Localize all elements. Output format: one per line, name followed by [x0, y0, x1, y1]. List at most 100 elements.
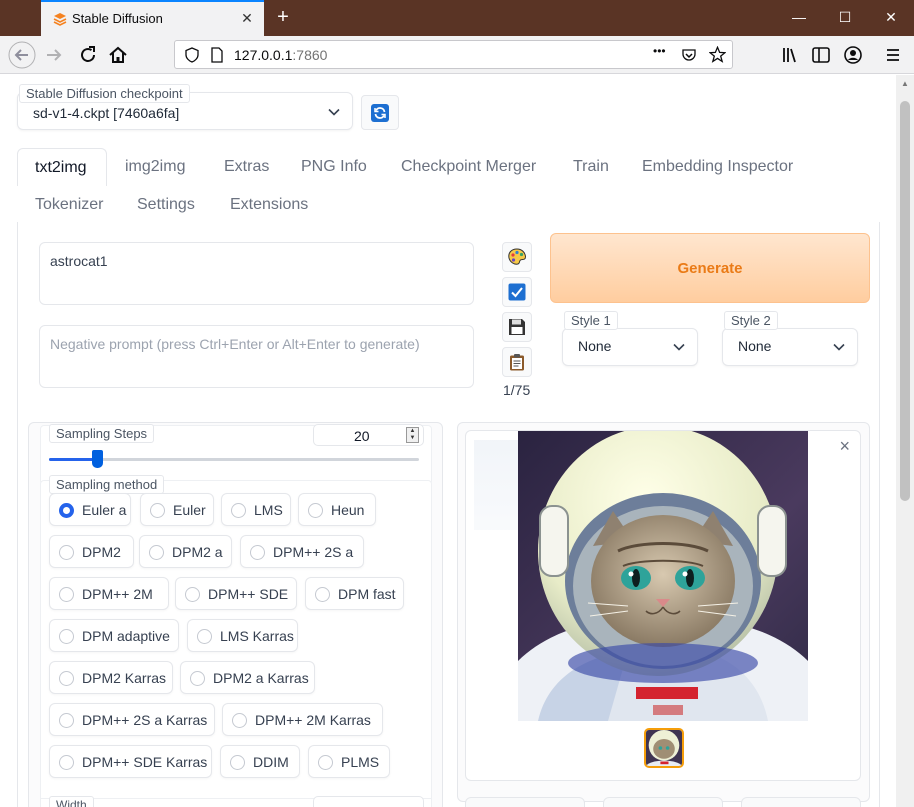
radio-button-icon[interactable] [59, 503, 74, 518]
back-icon[interactable] [8, 41, 36, 69]
close-window-button[interactable]: ✕ [868, 0, 914, 36]
gallery-background-thumbnail [474, 440, 520, 530]
sampling-steps-input[interactable]: 20 ▲ ▼ [313, 424, 424, 446]
sampler-option[interactable]: DPM2 a [139, 535, 232, 568]
tab-extras[interactable]: Extras [224, 158, 269, 176]
sampler-option-label: DPM++ SDE Karras [82, 754, 208, 770]
page-info-icon[interactable] [209, 47, 225, 63]
radio-button-icon[interactable] [59, 713, 74, 728]
radio-button-icon[interactable] [150, 503, 165, 518]
sampler-option[interactable]: DPM++ 2S a [240, 535, 364, 568]
home-icon[interactable] [106, 43, 130, 67]
width-input[interactable] [313, 796, 424, 807]
generate-button[interactable]: Generate [550, 233, 870, 303]
sampler-option[interactable]: Heun [298, 493, 376, 526]
tab-settings[interactable]: Settings [137, 196, 195, 214]
send-to-inpaint-button[interactable] [603, 797, 723, 807]
astronaut-cat-image[interactable] [518, 431, 808, 721]
sampler-option[interactable]: Euler [140, 493, 214, 526]
apply-button[interactable] [502, 277, 532, 307]
sampler-option[interactable]: DPM++ SDE [175, 577, 297, 610]
refresh-checkpoint-button[interactable] [361, 95, 399, 130]
browser-tab[interactable]: Stable Diffusion ✕ [41, 0, 264, 36]
tab-train[interactable]: Train [573, 158, 609, 176]
sampler-option[interactable]: DPM2 [49, 535, 134, 568]
sampler-option[interactable]: DPM fast [305, 577, 404, 610]
tab-img2img[interactable]: img2img [125, 158, 185, 176]
radio-button-icon[interactable] [59, 545, 74, 560]
radio-button-icon[interactable] [232, 713, 247, 728]
sidebar-icon[interactable] [809, 43, 833, 67]
radio-button-icon[interactable] [250, 545, 265, 560]
shield-icon[interactable] [184, 47, 200, 63]
style-2-dropdown[interactable]: None [722, 328, 858, 366]
sampler-option-label: DPM2 Karras [82, 670, 167, 686]
negative-prompt-input[interactable]: Negative prompt (press Ctrl+Enter or Alt… [39, 325, 474, 388]
tab-embedding-inspector[interactable]: Embedding Inspector [642, 158, 793, 176]
paste-button[interactable] [502, 347, 532, 377]
library-icon[interactable] [778, 43, 802, 67]
new-tab-button[interactable]: + [272, 5, 294, 29]
more-actions-icon[interactable]: ••• [653, 44, 666, 58]
save-style-button[interactable] [502, 312, 532, 342]
sampler-option[interactable]: DPM++ 2M [49, 577, 169, 610]
radio-button-icon[interactable] [230, 755, 245, 770]
send-to-img2img-button[interactable] [465, 797, 585, 807]
sampler-option[interactable]: LMS [221, 493, 291, 526]
radio-button-icon[interactable] [190, 671, 205, 686]
tab-extensions[interactable]: Extensions [230, 196, 308, 214]
forward-icon[interactable] [42, 43, 66, 67]
url-bar[interactable]: 127.0.0.1:7860 ••• [174, 40, 733, 69]
bookmark-star-icon[interactable] [709, 46, 726, 63]
slider-thumb[interactable] [92, 450, 104, 468]
sampler-option[interactable]: DPM2 Karras [49, 661, 173, 694]
scrollbar-thumb[interactable] [900, 101, 910, 501]
radio-button-icon[interactable] [197, 629, 212, 644]
prompt-input[interactable]: astrocat1 [39, 242, 474, 305]
radio-button-icon[interactable] [149, 545, 164, 560]
tab-close-icon[interactable]: ✕ [238, 9, 256, 27]
radio-button-icon[interactable] [59, 629, 74, 644]
scroll-up-icon[interactable]: ▲ [900, 79, 910, 89]
sampler-option[interactable]: DPM adaptive [49, 619, 179, 652]
account-icon[interactable] [841, 43, 865, 67]
clipboard-icon [510, 354, 524, 371]
radio-button-icon[interactable] [231, 503, 246, 518]
minimize-button[interactable]: — [776, 0, 822, 36]
radio-button-icon[interactable] [59, 671, 74, 686]
sampler-option[interactable]: DDIM [220, 745, 300, 778]
radio-button-icon[interactable] [59, 755, 74, 770]
chevron-down-icon [833, 343, 845, 351]
send-to-extras-button[interactable] [741, 797, 861, 807]
tab-tokenizer[interactable]: Tokenizer [35, 196, 103, 214]
favicon-icon [53, 13, 67, 26]
tab-png-info[interactable]: PNG Info [301, 158, 367, 176]
radio-button-icon[interactable] [185, 587, 200, 602]
radio-button-icon[interactable] [318, 755, 333, 770]
radio-button-icon[interactable] [59, 587, 74, 602]
radio-button-icon[interactable] [315, 587, 330, 602]
sampler-option[interactable]: DPM2 a Karras [180, 661, 315, 694]
sampler-option[interactable]: DPM++ SDE Karras [49, 745, 212, 778]
astronaut-cat-thumbnail[interactable] [644, 728, 684, 768]
sampler-option[interactable]: DPM++ 2S a Karras [49, 703, 215, 736]
sampler-option[interactable]: PLMS [308, 745, 390, 778]
stepper-arrows-icon[interactable]: ▲ ▼ [406, 427, 419, 443]
tab-txt2img[interactable]: txt2img [17, 148, 107, 186]
sampling-steps-slider[interactable] [49, 450, 419, 468]
sampler-option[interactable]: DPM++ 2M Karras [222, 703, 383, 736]
sampler-option[interactable]: Euler a [49, 493, 131, 526]
style-1-dropdown[interactable]: None [562, 328, 698, 366]
gallery-close-icon[interactable]: × [839, 436, 850, 457]
page-scrollbar[interactable]: ▲ [896, 75, 914, 807]
radio-button-icon[interactable] [308, 503, 323, 518]
interrogate-button[interactable] [502, 242, 532, 272]
url-text[interactable]: 127.0.0.1:7860 [234, 47, 327, 63]
style-1-value: None [578, 338, 612, 354]
menu-icon[interactable] [881, 43, 905, 67]
reload-icon[interactable] [76, 43, 100, 67]
sampler-option[interactable]: LMS Karras [187, 619, 298, 652]
maximize-button[interactable]: ☐ [822, 0, 868, 36]
tab-checkpoint-merger[interactable]: Checkpoint Merger [401, 158, 536, 176]
pocket-icon[interactable] [681, 47, 697, 63]
